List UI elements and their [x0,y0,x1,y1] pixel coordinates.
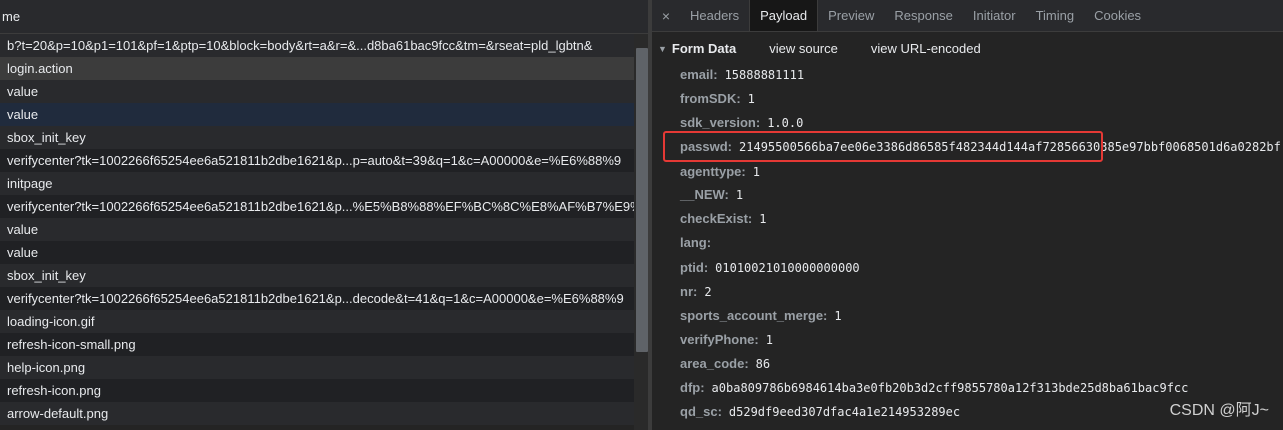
request-row[interactable]: sbox_init_key [0,126,634,149]
request-row[interactable]: sbox_init_key [0,264,634,287]
form-data-title[interactable]: Form Data [672,38,736,60]
form-field-checkexist: checkExist: 1 [680,208,767,230]
form-field-verifyphone: verifyPhone: 1 [680,329,773,351]
request-row[interactable]: arrow-default.png [0,402,634,425]
field-key: sdk_version: [680,115,761,130]
tab-response[interactable]: Response [884,0,963,31]
form-field-new: __NEW: 1 [680,184,743,206]
form-field-area-code: area_code: 86 [680,353,770,375]
field-key: email: [680,67,718,82]
field-value: 1 [747,92,755,106]
request-row[interactable]: verifycenter?tk=1002266f65254ee6a521811b… [0,287,634,310]
tab-initiator[interactable]: Initiator [963,0,1026,31]
form-field-dfp: dfp: a0ba809786b6984614ba3e0fb20b3d2cff98… [680,377,1188,399]
form-field-agenttype: agenttype: 1 [680,161,760,183]
scrollbar-thumb[interactable] [636,48,648,352]
request-row[interactable]: verifycenter?tk=1002266f65254ee6a521811b… [0,149,634,172]
field-value: d529df9eed307dfac4a1e214953289ec [728,405,961,419]
field-key: __NEW: [680,187,729,202]
field-key: passwd: [680,139,733,154]
field-key: nr: [680,284,698,299]
tab-headers[interactable]: Headers [680,0,749,31]
field-value: 21495500566ba7ee06e3386d86585f482344d144… [739,140,1281,154]
request-row-selected[interactable]: value [0,103,634,126]
request-row[interactable]: refresh-icon.png [0,379,634,402]
field-key: dfp: [680,380,705,395]
field-key: ptid: [680,260,709,275]
field-key: area_code: [680,356,749,371]
field-key: sports_account_merge: [680,308,828,323]
field-key: lang: [680,235,712,250]
field-value: 1 [834,309,842,323]
form-field-ptid: ptid: 01010021010000000000 [680,257,860,279]
form-field-fromsdk: fromSDK: 1 [680,88,755,110]
field-value: 1 [735,188,744,202]
field-key: qd_sc: [680,404,722,419]
field-value: 2 [704,285,712,299]
request-row[interactable]: loading-icon.gif [0,310,634,333]
request-detail-panel: × Headers Payload Preview Response Initi… [652,0,1283,430]
request-list-panel: me b?t=20&p=10&p1=101&pf=1&ptp=10&block=… [0,0,648,430]
form-field-passwd: passwd: 21495500566ba7ee06e3386d86585f482… [680,136,1281,158]
request-list: b?t=20&p=10&p1=101&pf=1&ptp=10&block=bod… [0,34,634,425]
form-field-qd-sc: qd_sc: d529df9eed307dfac4a1e214953289ec [680,401,960,423]
request-row[interactable]: verifycenter?tk=1002266f65254ee6a521811b… [0,195,634,218]
field-key: checkExist: [680,211,753,226]
csdn-watermark: CSDN @阿J~ [1169,402,1269,419]
request-row[interactable]: value [0,241,634,264]
field-value: 15888881111 [724,68,805,82]
field-key: agenttype: [680,164,746,179]
view-source-link[interactable]: view source [769,38,838,60]
field-key: fromSDK: [680,91,741,106]
request-row[interactable]: help-icon.png [0,356,634,379]
request-row-login-action[interactable]: login.action [0,57,634,80]
view-url-encoded-link[interactable]: view URL-encoded [871,38,981,60]
field-value: 86 [755,357,771,371]
request-row[interactable]: initpage [0,172,634,195]
request-row[interactable]: value [0,80,634,103]
field-value: 01010021010000000000 [715,261,860,275]
form-field-nr: nr: 2 [680,281,712,303]
request-row[interactable]: value [0,218,634,241]
tab-cookies[interactable]: Cookies [1084,0,1151,31]
field-value: 1 [759,212,767,226]
field-value: 1 [765,333,773,347]
field-key: verifyPhone: [680,332,759,347]
form-field-sdk-version: sdk_version: 1.0.0 [680,112,803,134]
request-row[interactable]: refresh-icon-small.png [0,333,634,356]
field-value: a0ba809786b6984614ba3e0fb20b3d2cff985578… [711,381,1189,395]
tab-preview[interactable]: Preview [818,0,884,31]
request-row[interactable]: b?t=20&p=10&p1=101&pf=1&ptp=10&block=bod… [0,34,634,57]
form-data-header: ▼ Form Data view source view URL-encoded [658,38,1014,60]
detail-tab-bar: × Headers Payload Preview Response Initi… [652,0,1283,32]
form-field-email: email: 15888881111 [680,64,804,86]
field-value: 1.0.0 [767,116,804,130]
name-column-header[interactable]: me [0,0,648,34]
expand-triangle-icon[interactable]: ▼ [658,38,667,60]
tab-timing[interactable]: Timing [1026,0,1085,31]
form-field-sports-account-merge: sports_account_merge: 1 [680,305,842,327]
field-value: 1 [752,165,760,179]
form-field-lang: lang: [680,232,718,254]
close-icon[interactable]: × [652,0,680,31]
tab-payload[interactable]: Payload [749,0,819,31]
